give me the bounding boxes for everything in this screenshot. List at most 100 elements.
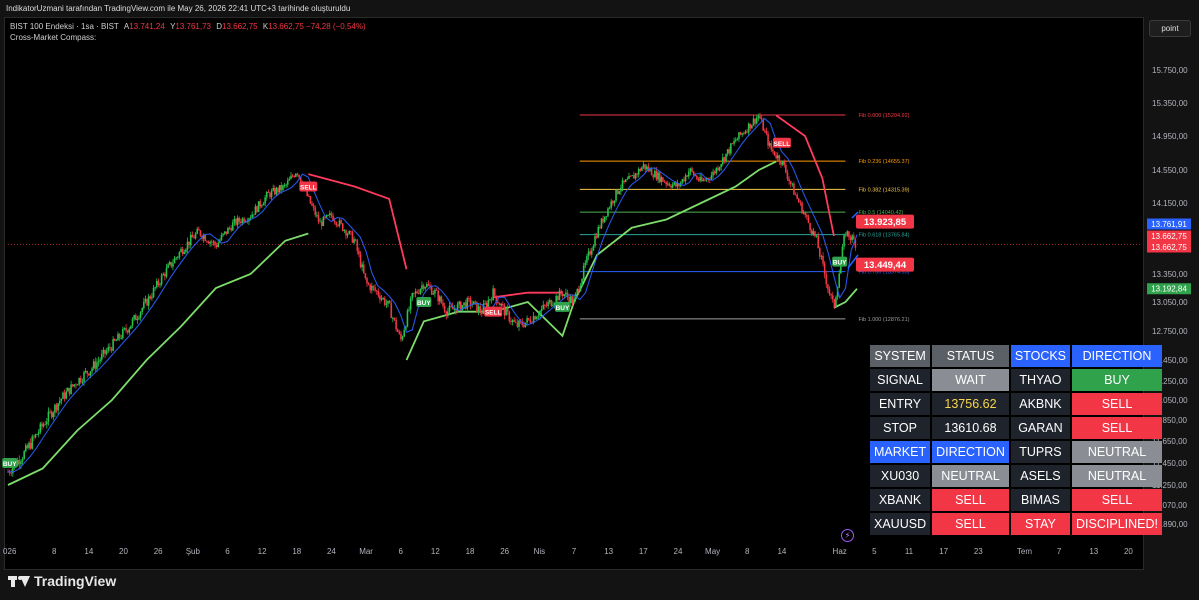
candle-body	[346, 234, 349, 236]
x-tick-label: Tem	[1017, 547, 1032, 556]
candle-body	[639, 168, 642, 171]
candle-body	[125, 328, 127, 331]
candle-body	[590, 250, 593, 255]
candle-body	[76, 384, 79, 386]
signal-label-text: SELL	[774, 141, 791, 148]
candle-body	[65, 391, 68, 399]
candle-body	[33, 436, 35, 438]
point-button[interactable]: point	[1149, 20, 1191, 37]
candle-body	[589, 251, 591, 255]
candle-body	[791, 183, 794, 185]
candle-body	[243, 218, 245, 223]
candle-body	[411, 293, 414, 299]
candle-body	[610, 201, 612, 208]
candle-body	[576, 289, 579, 294]
candle-body	[612, 201, 614, 204]
candle-body	[796, 194, 798, 199]
indicator-legend: Cross-Market Compass:	[10, 33, 97, 42]
candle-body	[565, 292, 567, 295]
candle-body	[31, 436, 34, 449]
candle-body	[164, 273, 166, 277]
candle-body	[689, 168, 692, 172]
signal-table-cell: ASELS	[1010, 465, 1071, 487]
candle-body	[400, 333, 402, 340]
candle-body	[267, 192, 270, 194]
lightning-icon[interactable]: ⚡	[841, 529, 854, 542]
candle-body	[487, 300, 490, 307]
candle-body	[815, 235, 818, 237]
x-tick-label: 6	[399, 547, 404, 556]
candle-body	[375, 290, 378, 292]
candle-body	[115, 340, 118, 342]
signal-table-cell: SELL	[932, 489, 1009, 511]
fib-level-label: Fib 1.000 (12876.21)	[858, 317, 909, 323]
candle-body	[307, 195, 310, 197]
x-tick-label: 24	[327, 547, 336, 556]
x-tick-label: 6	[225, 547, 230, 556]
candle-body	[660, 177, 663, 183]
candle-body	[338, 220, 341, 226]
candle-body	[28, 442, 30, 449]
candle-body	[128, 328, 131, 333]
price-callout-text: 13.923,85	[864, 217, 907, 228]
candle-body	[684, 175, 687, 182]
candle-body	[204, 235, 207, 242]
candle-body	[608, 207, 611, 209]
candle-body	[149, 296, 152, 299]
candle-body	[117, 333, 119, 341]
candle-body	[634, 173, 637, 179]
candle-body	[563, 294, 566, 297]
candle-body	[257, 201, 260, 213]
candle-body	[743, 133, 745, 135]
candle-body	[430, 287, 433, 295]
signal-table-cell: STAY	[1010, 513, 1071, 535]
candle-body	[104, 349, 106, 354]
candle-body	[852, 235, 855, 240]
candle-body	[288, 178, 291, 181]
x-tick-label: Haz	[833, 547, 847, 556]
signal-table-cell: DIRECTION	[1072, 345, 1162, 367]
candle-body	[713, 171, 716, 174]
candle-body	[819, 248, 821, 257]
change-value: −74,28 (−0,54%)	[306, 22, 366, 31]
candle-body	[463, 302, 465, 306]
candle-body	[485, 303, 488, 307]
x-tick-label: Nis	[534, 547, 546, 556]
candle-body	[715, 167, 718, 174]
candle-body	[231, 222, 234, 231]
candle-body	[333, 220, 336, 223]
candle-body	[316, 214, 318, 216]
candle-body	[764, 130, 766, 132]
candle-body	[408, 309, 410, 311]
candle-body	[123, 328, 126, 330]
tradingview-logo[interactable]: TradingView	[8, 573, 116, 589]
candle-body	[642, 164, 645, 168]
candle-body	[665, 182, 667, 185]
candle-body	[427, 284, 430, 286]
candle-body	[810, 229, 813, 235]
candle-body	[717, 167, 719, 171]
candle-body	[489, 299, 491, 301]
candle-body	[23, 451, 25, 459]
trailing-stop-bull-line	[7, 232, 309, 486]
candle-body	[848, 231, 850, 238]
signal-label-text: SELL	[485, 310, 502, 317]
candle-body	[395, 319, 397, 330]
candle-body	[584, 262, 587, 266]
candle-body	[191, 234, 194, 238]
candle-body	[503, 305, 506, 316]
candle-body	[277, 187, 279, 193]
candle-body	[335, 222, 338, 226]
signal-table-cell: XBANK	[870, 489, 931, 511]
signal-table-cell: NEUTRAL	[1072, 465, 1162, 487]
candle-body	[492, 288, 494, 301]
candle-body	[109, 346, 111, 349]
candle-body	[36, 434, 38, 436]
candle-body	[602, 218, 604, 223]
candle-body	[194, 233, 197, 239]
trailing-stop-bull-line	[405, 160, 777, 361]
candle-body	[196, 229, 199, 234]
candle-body	[814, 231, 816, 237]
candle-body	[369, 284, 372, 291]
axis-price-marker-text: 13.192,84	[1151, 285, 1187, 294]
